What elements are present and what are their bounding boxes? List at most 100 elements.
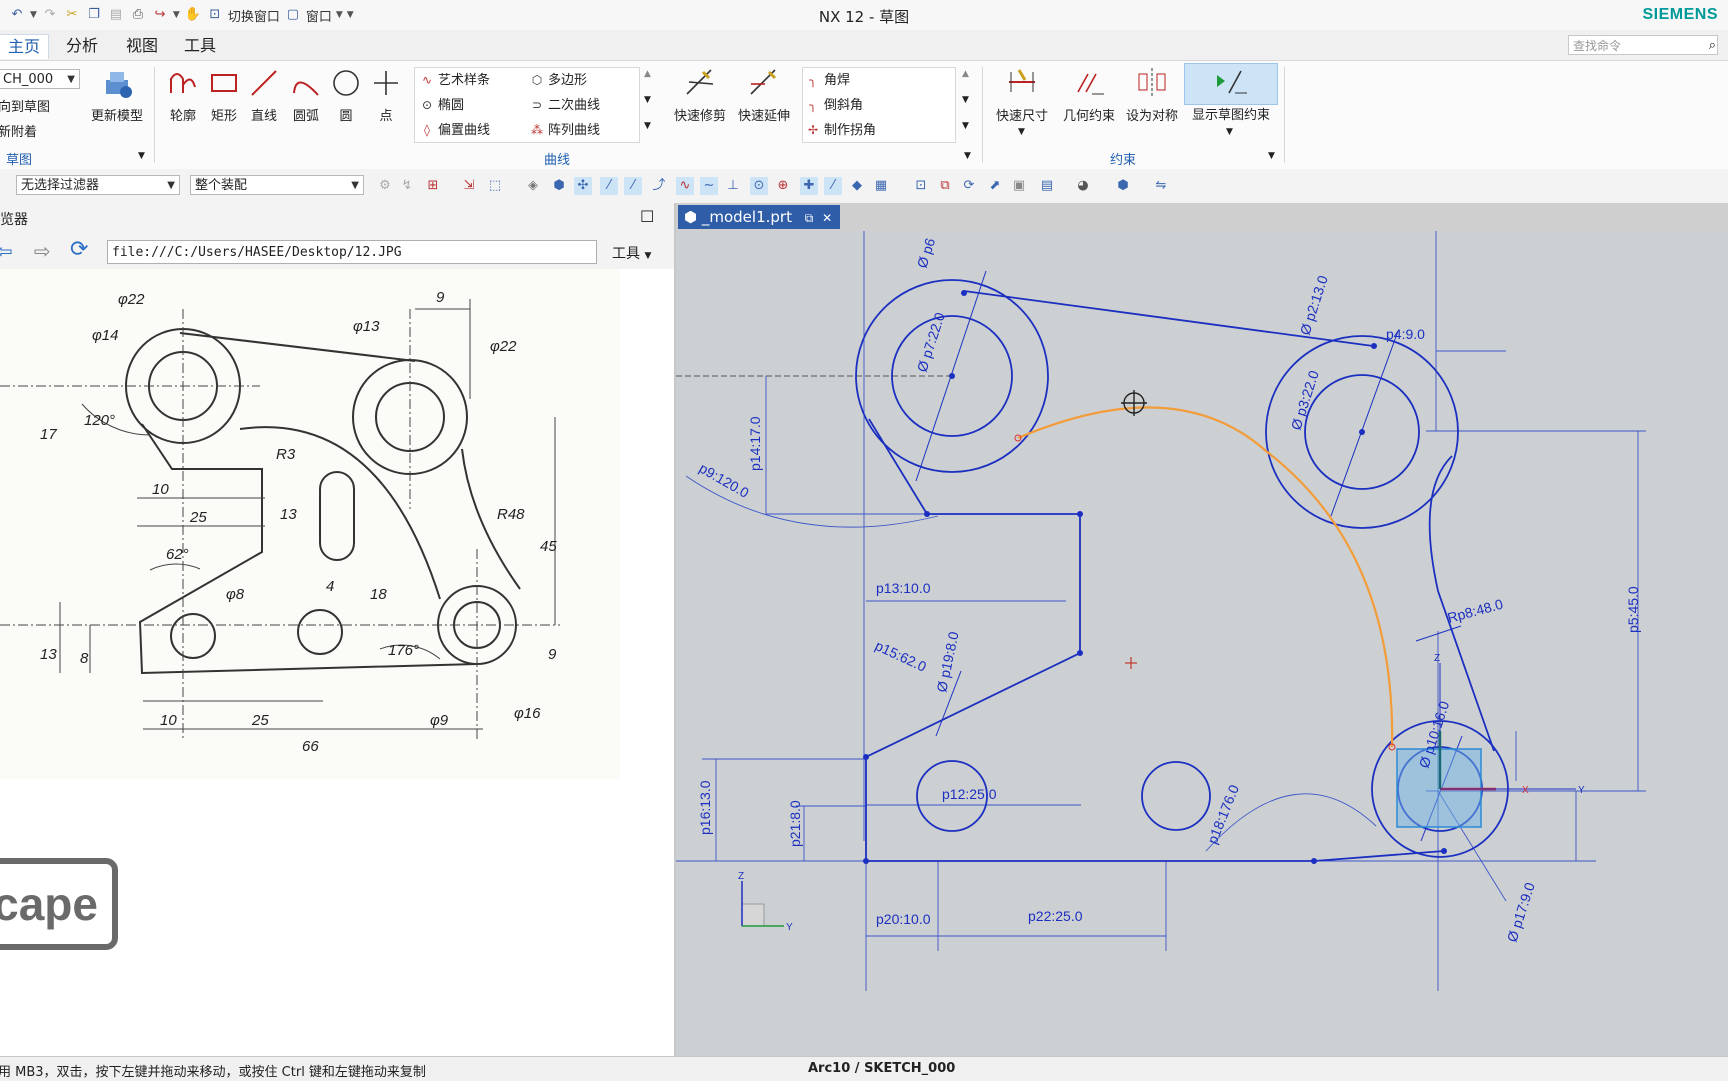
command-search-input[interactable]: 查找命令: [1568, 35, 1718, 55]
reattach-item[interactable]: 新附着: [0, 124, 37, 142]
dim-p3[interactable]: Ø p3:22.0: [1288, 368, 1322, 432]
dim-p22[interactable]: p22:25.0: [1028, 908, 1083, 924]
snap-icon[interactable]: ⇲: [460, 177, 478, 195]
make-symmetric-button[interactable]: 设为对称: [1120, 65, 1184, 124]
pin-icon[interactable]: ⧉: [805, 211, 814, 225]
tab-view[interactable]: 视图: [118, 34, 166, 58]
group-expand-icon[interactable]: ▼: [138, 151, 145, 161]
conic-item[interactable]: ⊃ 二次曲线: [530, 96, 600, 114]
polygon-item[interactable]: ⬡ 多边形: [530, 71, 587, 89]
dim-p6[interactable]: Ø p6: [914, 236, 939, 270]
gallery-more-icon[interactable]: ▼: [644, 121, 651, 131]
back-icon[interactable]: ⇦: [0, 239, 13, 263]
geometric-constraints-button[interactable]: 几何约束: [1054, 65, 1124, 124]
curve-group-expand-icon[interactable]: ▼: [964, 151, 971, 161]
point-on-face-icon[interactable]: ◆: [848, 177, 866, 195]
dim-p19[interactable]: Ø p19:8.0: [933, 630, 961, 694]
rapid-dimension-button[interactable]: 快速尺寸: [990, 65, 1054, 124]
circle-button[interactable]: 圆: [326, 65, 366, 124]
view-sketch-icon[interactable]: ▣: [1010, 177, 1028, 195]
url-field[interactable]: file:///C:/Users/HASEE/Desktop/12.JPG: [107, 240, 597, 264]
control-point-icon[interactable]: ⤴: [650, 177, 668, 195]
show-constraints-dropdown-icon[interactable]: ▼: [1226, 127, 1233, 137]
studio-spline-item[interactable]: ∿ 艺术样条: [420, 71, 490, 89]
pattern-curve-item[interactable]: ⁂ 阵列曲线: [530, 121, 600, 139]
point-on-curve-icon[interactable]: ⁄: [824, 177, 842, 195]
dim-p15[interactable]: p15:62.0: [873, 637, 929, 675]
work-layer-icon[interactable]: ⬢: [1114, 177, 1132, 195]
corner-gallery-up-icon[interactable]: ▲: [962, 69, 969, 79]
select-all-icon[interactable]: ⊞: [424, 177, 442, 195]
existing-point-icon[interactable]: ✚: [800, 177, 818, 195]
goto-sketch-item[interactable]: 向到草图: [0, 99, 50, 117]
dim-p8[interactable]: Rp8:48.0: [1446, 596, 1505, 626]
dim-p5[interactable]: p5:45.0: [1625, 586, 1641, 633]
type-filter-select[interactable]: 无选择过滤器 ▼: [16, 175, 180, 195]
assembly-scope-select[interactable]: 整个装配 ▼: [190, 175, 364, 195]
sketch-name-select[interactable]: CH_000 ▼: [0, 69, 80, 89]
update-model-button[interactable]: 更新模型: [86, 65, 148, 124]
arc-center-icon[interactable]: ⊙: [750, 177, 768, 195]
close-icon[interactable]: ✕: [822, 211, 832, 225]
fillet-item[interactable]: ╮ 角焊: [806, 71, 850, 89]
rectangle-button[interactable]: 矩形: [204, 65, 244, 124]
dim-p7[interactable]: Ø p7:22.0: [914, 310, 948, 374]
filter-icon[interactable]: ⚙: [376, 177, 394, 195]
show-sketch-constraints-button[interactable]: 显示草图约束: [1184, 63, 1278, 123]
dim-p2[interactable]: Ø p2:13.0: [1297, 273, 1331, 337]
curve-point-icon[interactable]: ∼: [700, 177, 718, 195]
bounded-grid-icon[interactable]: ▦: [872, 177, 890, 195]
part-icon[interactable]: ◈: [524, 177, 542, 195]
selected-arc[interactable]: [1017, 406, 1394, 748]
snap-point-icon[interactable]: ✣: [574, 177, 592, 195]
maximize-icon[interactable]: ☐: [640, 207, 654, 226]
sketch-geometry[interactable]: Ø p6 Ø p7:22.0 Ø p2:13.0 p4:9.0 Ø p3:22.…: [676, 231, 1728, 1056]
make-corner-item[interactable]: ✢ 制作拐角: [806, 121, 876, 139]
tab-tools[interactable]: 工具: [176, 34, 224, 58]
edit-section-icon[interactable]: ◕: [1074, 177, 1092, 195]
search-icon[interactable]: ⌕: [1709, 38, 1716, 53]
quick-trim-button[interactable]: 快速修剪: [668, 65, 732, 124]
refresh-icon[interactable]: ⟳: [70, 237, 88, 262]
dim-p4[interactable]: p4:9.0: [1386, 326, 1425, 342]
part-tab[interactable]: ⬢ _model1.prt ⧉ ✕: [678, 205, 841, 229]
dim-p20[interactable]: p20:10.0: [876, 911, 931, 927]
intersection-icon[interactable]: ∿: [676, 177, 694, 195]
ellipse-item[interactable]: ⊙ 椭圆: [420, 96, 464, 114]
point-button[interactable]: 点: [366, 65, 406, 124]
constraint-group-expand-icon[interactable]: ▼: [1268, 151, 1275, 161]
dim-p21[interactable]: p21:8.0: [787, 800, 803, 847]
sketch-canvas[interactable]: Ø p6 Ø p7:22.0 Ø p2:13.0 p4:9.0 Ø p3:22.…: [676, 231, 1728, 1056]
orient-view-icon[interactable]: ⬈: [986, 177, 1004, 195]
fit-icon[interactable]: ⊡: [912, 177, 930, 195]
arc-button[interactable]: 圆弧: [286, 65, 326, 124]
gallery-up-icon[interactable]: ▲: [644, 69, 651, 79]
gallery-down-icon[interactable]: ▼: [644, 95, 651, 105]
profile-button[interactable]: 轮廓: [163, 65, 203, 124]
chamfer-item[interactable]: ╮ 倒斜角: [806, 96, 863, 114]
dim-p16[interactable]: p16:13.0: [697, 780, 713, 835]
tab-home[interactable]: 主页: [0, 34, 50, 59]
rotate-icon[interactable]: ⟳: [960, 177, 978, 195]
rectangle-select-icon[interactable]: ⬚: [486, 177, 504, 195]
dim-p12[interactable]: p12:25.0: [942, 786, 997, 802]
line-button[interactable]: 直线: [244, 65, 284, 124]
rapid-dimension-dropdown-icon[interactable]: ▼: [1018, 127, 1025, 137]
zoom-icon[interactable]: ⧉: [936, 177, 954, 195]
forward-icon[interactable]: ⇨: [34, 239, 51, 263]
offset-curve-item[interactable]: ◊ 偏置曲线: [420, 121, 490, 139]
body-icon[interactable]: ⬢: [550, 177, 568, 195]
show-hide-icon[interactable]: ⇋: [1152, 177, 1170, 195]
quadrant-icon[interactable]: ⊕: [774, 177, 792, 195]
corner-gallery-more-icon[interactable]: ▼: [962, 121, 969, 131]
dim-p13[interactable]: p13:10.0: [876, 580, 931, 596]
end-point-icon[interactable]: ⁄: [600, 177, 618, 195]
corner-gallery-down-icon[interactable]: ▼: [962, 95, 969, 105]
rendering-style-icon[interactable]: ▤: [1038, 177, 1056, 195]
tangent-icon[interactable]: ⊥: [724, 177, 742, 195]
mid-point-icon[interactable]: ⁄: [624, 177, 642, 195]
dim-p17[interactable]: Ø p17:9.0: [1504, 880, 1538, 944]
browser-tools-menu[interactable]: 工具 ▼: [612, 243, 651, 263]
dim-p14[interactable]: p14:17.0: [747, 416, 763, 471]
tab-analysis[interactable]: 分析: [58, 34, 106, 58]
